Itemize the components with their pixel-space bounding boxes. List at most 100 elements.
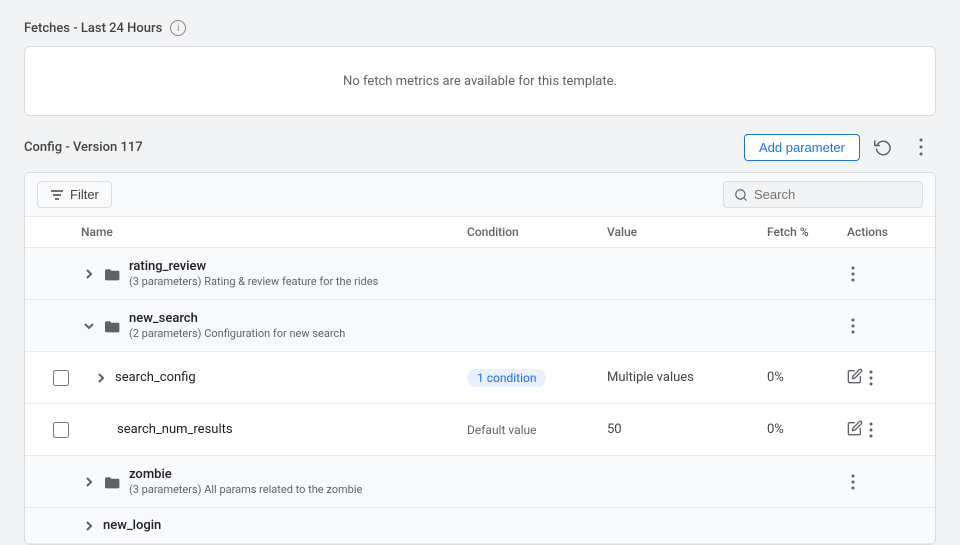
search-box xyxy=(723,181,923,208)
param-value: Multiple values xyxy=(607,370,694,385)
row-value-cell xyxy=(603,318,763,334)
filter-label: Filter xyxy=(70,187,99,202)
param-name: search_config xyxy=(115,370,196,385)
row-fetch-cell xyxy=(763,266,843,282)
row-name-inner: search_config xyxy=(115,370,196,385)
row-checkbox-cell xyxy=(37,318,77,334)
add-parameter-button[interactable]: Add parameter xyxy=(744,134,860,161)
param-group-name: new_login xyxy=(103,518,161,533)
chevron-right-button[interactable] xyxy=(81,266,97,282)
main-container: Fetches - Last 24 Hours i No fetch metri… xyxy=(0,0,960,545)
table-row: new_login xyxy=(25,508,935,544)
fetches-title: Fetches - Last 24 Hours xyxy=(24,21,162,36)
row-fetch-cell xyxy=(763,474,843,490)
param-group-name: new_search xyxy=(129,311,345,326)
history-button[interactable] xyxy=(868,132,898,162)
search-input[interactable] xyxy=(754,187,912,202)
table-row: new_search (2 parameters) Configuration … xyxy=(25,300,935,352)
row-name-cell: new_search (2 parameters) Configuration … xyxy=(77,303,463,348)
chevron-down-button[interactable] xyxy=(81,318,97,334)
row-checkbox-cell[interactable] xyxy=(49,414,89,446)
row-fetch-cell xyxy=(763,518,843,534)
row-value-cell xyxy=(603,518,763,534)
folder-icon xyxy=(103,474,123,490)
fetch-pct-value: 0% xyxy=(767,370,784,385)
row-value-cell xyxy=(603,266,763,282)
row-value-cell: Multiple values xyxy=(603,362,763,393)
row-condition-cell: 1 condition xyxy=(463,361,603,395)
more-vert-icon xyxy=(851,318,855,334)
more-vert-icon xyxy=(851,474,855,490)
th-name: Name xyxy=(77,223,463,241)
row-name-cell: zombie (3 parameters) All params related… xyxy=(77,459,463,504)
row-more-button[interactable] xyxy=(865,368,877,388)
row-checkbox[interactable] xyxy=(53,370,69,386)
param-group-desc: (3 parameters) Rating & review feature f… xyxy=(129,275,378,288)
row-more-button[interactable] xyxy=(865,420,877,440)
row-actions-cell xyxy=(843,308,923,344)
param-group-desc: (3 parameters) All params related to the… xyxy=(129,483,362,496)
chevron-down-icon xyxy=(83,320,95,332)
row-checkbox[interactable] xyxy=(53,422,69,438)
config-actions: Add parameter xyxy=(744,132,936,162)
row-name-cell: new_login xyxy=(77,510,463,542)
row-name-cell: search_num_results xyxy=(89,414,463,445)
more-vert-icon xyxy=(869,370,873,386)
row-more-button[interactable] xyxy=(847,472,859,492)
chevron-right-icon xyxy=(83,268,95,280)
table-toolbar: Filter xyxy=(25,173,935,217)
edit-icon[interactable] xyxy=(847,368,863,388)
edit-pencil-icon xyxy=(847,368,863,384)
row-actions-cell xyxy=(843,464,923,500)
th-fetch-pct: Fetch % xyxy=(763,223,843,241)
edit-pencil-icon xyxy=(847,420,863,436)
config-header: Config - Version 117 Add parameter xyxy=(24,132,936,162)
th-checkbox xyxy=(37,223,77,241)
row-condition-cell xyxy=(463,266,603,282)
filter-button[interactable]: Filter xyxy=(37,181,112,208)
fetches-header: Fetches - Last 24 Hours i xyxy=(24,20,936,36)
row-checkbox-cell xyxy=(37,518,77,534)
fetches-info-icon[interactable]: i xyxy=(170,20,186,36)
row-more-button[interactable] xyxy=(847,316,859,336)
param-value: 50 xyxy=(607,422,622,437)
more-vert-icon xyxy=(851,266,855,282)
row-more-button[interactable] xyxy=(847,264,859,284)
chevron-right-button[interactable] xyxy=(81,474,97,490)
row-name-inner: new_search (2 parameters) Configuration … xyxy=(129,311,345,340)
row-value-cell: 50 xyxy=(603,414,763,445)
param-group-desc: (2 parameters) Configuration for new sea… xyxy=(129,327,345,340)
th-condition: Condition xyxy=(463,223,603,241)
fetches-empty-message: No fetch metrics are available for this … xyxy=(343,74,617,89)
param-group-name: zombie xyxy=(129,467,362,482)
table-row: search_config 1 condition Multiple value… xyxy=(25,352,935,404)
more-options-button[interactable] xyxy=(906,132,936,162)
fetches-empty-box: No fetch metrics are available for this … xyxy=(24,46,936,116)
row-condition-cell: Default value xyxy=(463,415,603,445)
search-icon xyxy=(734,188,748,202)
chevron-right-button[interactable] xyxy=(93,370,109,386)
row-name-cell: rating_review (3 parameters) Rating & re… xyxy=(77,251,463,296)
row-fetch-cell xyxy=(763,318,843,334)
more-vert-icon xyxy=(919,138,923,156)
row-name-inner: search_num_results xyxy=(117,422,233,437)
more-vert-icon xyxy=(869,422,873,438)
parameters-table: Filter Name Condition Value Fetch % Acti… xyxy=(24,172,936,545)
row-actions-cell xyxy=(843,360,923,396)
row-checkbox-cell xyxy=(37,474,77,490)
th-actions: Actions xyxy=(843,223,923,241)
chevron-right-button[interactable] xyxy=(81,518,97,534)
row-name-inner: new_login xyxy=(103,518,161,533)
param-name: search_num_results xyxy=(117,422,233,437)
row-condition-cell xyxy=(463,474,603,490)
table-row: search_num_results Default value 50 0% xyxy=(25,404,935,456)
row-checkbox-cell[interactable] xyxy=(49,362,89,394)
folder-icon xyxy=(103,318,123,334)
filter-icon xyxy=(50,189,64,201)
row-name-inner: zombie (3 parameters) All params related… xyxy=(129,467,362,496)
row-name-inner: rating_review (3 parameters) Rating & re… xyxy=(129,259,378,288)
config-title: Config - Version 117 xyxy=(24,140,143,155)
edit-icon[interactable] xyxy=(847,420,863,440)
row-condition-cell xyxy=(463,518,603,534)
row-actions-cell xyxy=(843,256,923,292)
